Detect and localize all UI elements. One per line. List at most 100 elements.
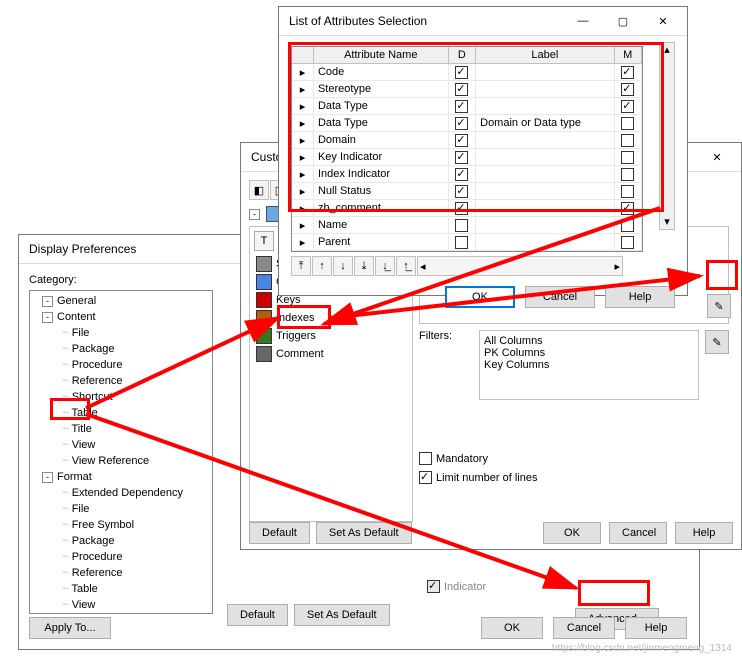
d-checkbox[interactable] (455, 100, 468, 113)
col-d[interactable]: D (449, 47, 476, 63)
tree-item[interactable]: ┈ View (32, 437, 210, 453)
table-row[interactable]: ▸Data Type (292, 98, 642, 115)
table-row[interactable]: ▸Domain (292, 132, 642, 149)
tree-item[interactable]: ┈ View (32, 597, 210, 613)
minimize-icon[interactable]: — (563, 7, 603, 35)
m-checkbox[interactable] (621, 83, 634, 96)
d-checkbox[interactable] (455, 151, 468, 164)
tree-item[interactable]: -Content (32, 309, 210, 325)
scroll-up-icon[interactable]: ▴ (660, 43, 674, 57)
list-item[interactable]: All Columns (484, 335, 694, 347)
tree-item[interactable]: ┈ Package (32, 533, 210, 549)
cust-help-button[interactable]: Help (675, 522, 733, 544)
scrollbar[interactable]: ▴ ▾ (659, 42, 675, 230)
mandatory-checkbox[interactable] (419, 452, 432, 465)
sort-asc-icon[interactable]: ↓̲ (375, 256, 395, 276)
m-checkbox[interactable] (621, 168, 634, 181)
col-label[interactable]: Label (476, 47, 614, 63)
move-up-icon[interactable]: ↑ (312, 256, 332, 276)
move-down-icon[interactable]: ↓ (333, 256, 353, 276)
tree-item[interactable]: ┈ Table (32, 581, 210, 597)
category-tree[interactable]: -General-Content┈ File┈ Package┈ Procedu… (29, 290, 213, 614)
d-checkbox[interactable] (455, 185, 468, 198)
close-icon[interactable]: ✕ (697, 143, 737, 171)
attr-titlebar[interactable]: List of Attributes Selection — ▢ ✕ (279, 7, 687, 36)
tree-item[interactable]: ┈ Reference (32, 565, 210, 581)
tree-item[interactable]: ┈ Procedure (32, 549, 210, 565)
close-icon[interactable]: ✕ (643, 7, 683, 35)
list-item[interactable]: PK Columns (484, 347, 694, 359)
tree-item[interactable]: ┈ File (32, 501, 210, 517)
cust-default-button[interactable]: Default (249, 522, 310, 544)
filters-list[interactable]: All ColumnsPK ColumnsKey Columns (479, 330, 699, 400)
table-row[interactable]: ▸Index Indicator (292, 166, 642, 183)
maximize-icon[interactable]: ▢ (603, 7, 643, 35)
tree-item[interactable]: -General (32, 293, 210, 309)
tree-item[interactable]: -Format (32, 469, 210, 485)
h-scroll-left-icon[interactable]: ◂ (420, 260, 426, 273)
col-m[interactable]: M (615, 47, 642, 63)
d-checkbox[interactable] (455, 219, 468, 232)
tree-item[interactable]: ┈ Package (32, 341, 210, 357)
right-side-edit-icon[interactable]: ✎ (707, 294, 731, 318)
tab-t[interactable]: T (254, 231, 274, 251)
filters-edit-icon[interactable]: ✎ (705, 330, 729, 354)
m-checkbox[interactable] (621, 100, 634, 113)
attr-help-button[interactable]: Help (605, 286, 675, 308)
d-checkbox[interactable] (455, 117, 468, 130)
cust-set-default-button[interactable]: Set As Default (316, 522, 412, 544)
m-checkbox[interactable] (621, 185, 634, 198)
tree-item[interactable]: ┈ Free Symbol (32, 517, 210, 533)
m-checkbox[interactable] (621, 202, 634, 215)
list-item[interactable]: Comment (254, 345, 408, 363)
m-checkbox[interactable] (621, 236, 634, 249)
table-row[interactable]: ▸Name (292, 217, 642, 234)
list-item[interactable]: Triggers (254, 327, 408, 345)
tree-item[interactable]: ┈ Title (32, 421, 210, 437)
d-checkbox[interactable] (455, 168, 468, 181)
attributes-grid[interactable]: Attribute Name D Label M ▸Code▸Stereotyp… (291, 46, 643, 252)
tree-item[interactable]: ┈ View Reference (32, 453, 210, 469)
toolbar-icon-1[interactable]: ◧ (249, 180, 269, 200)
move-bottom-icon[interactable]: ⤓ (354, 256, 374, 276)
table-row[interactable]: ▸Key Indicator (292, 149, 642, 166)
m-checkbox[interactable] (621, 117, 634, 130)
attr-ok-button[interactable]: OK (445, 286, 515, 308)
h-scroll-right-icon[interactable]: ▸ (614, 260, 620, 273)
grid-toolbar[interactable]: ⤒ ↑ ↓ ⤓ ↓̲ ↑̲ ◂ ▸ (291, 256, 675, 276)
tree-expander-icon[interactable]: - (249, 209, 260, 220)
ok-button[interactable]: OK (481, 617, 543, 639)
table-row[interactable]: ▸Parent (292, 234, 642, 251)
m-checkbox[interactable] (621, 66, 634, 79)
scroll-down-icon[interactable]: ▾ (660, 215, 674, 229)
move-top-icon[interactable]: ⤒ (291, 256, 311, 276)
table-row[interactable]: ▸Data TypeDomain or Data type (292, 115, 642, 132)
limit-lines-checkbox[interactable] (419, 471, 432, 484)
d-checkbox[interactable] (455, 236, 468, 249)
apply-to-button[interactable]: Apply To... (29, 617, 111, 639)
tree-item[interactable]: ┈ Extended Dependency (32, 485, 210, 501)
cust-ok-button[interactable]: OK (543, 522, 601, 544)
set-default-button[interactable]: Set As Default (294, 604, 390, 626)
help-button[interactable]: Help (625, 617, 687, 639)
col-attribute-name[interactable]: Attribute Name (314, 47, 449, 63)
tree-item[interactable]: ┈ Reference (32, 373, 210, 389)
tree-item[interactable]: ┈ Table (32, 405, 210, 421)
m-checkbox[interactable] (621, 151, 634, 164)
list-item[interactable]: Key Columns (484, 359, 694, 371)
table-row[interactable]: ▸Null Status (292, 183, 642, 200)
d-checkbox[interactable] (455, 202, 468, 215)
d-checkbox[interactable] (455, 66, 468, 79)
table-row[interactable]: ▸zh_comment (292, 200, 642, 217)
d-checkbox[interactable] (455, 83, 468, 96)
tree-item[interactable]: ┈ File (32, 325, 210, 341)
tree-item[interactable]: ┈ Shortcut (32, 389, 210, 405)
d-checkbox[interactable] (455, 134, 468, 147)
tree-item[interactable]: ┈ Procedure (32, 357, 210, 373)
table-row[interactable]: ▸Stereotype (292, 81, 642, 98)
m-checkbox[interactable] (621, 134, 634, 147)
cancel-button[interactable]: Cancel (553, 617, 615, 639)
m-checkbox[interactable] (621, 219, 634, 232)
cust-cancel-button[interactable]: Cancel (609, 522, 667, 544)
default-button[interactable]: Default (227, 604, 288, 626)
